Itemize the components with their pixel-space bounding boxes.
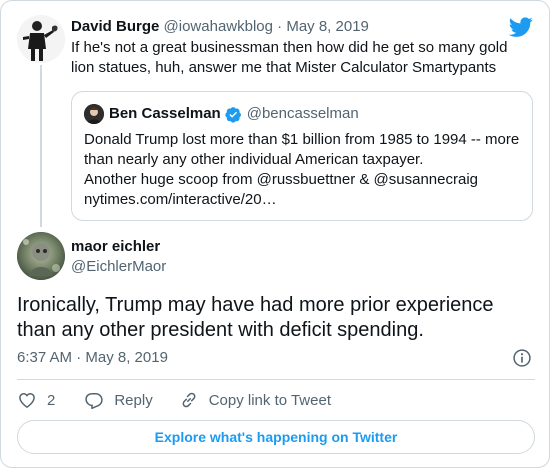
heart-icon	[19, 393, 35, 408]
parent-header: David Burge @iowahawkblog · May 8, 2019	[71, 18, 369, 36]
parent-handle[interactable]: @iowahawkblog	[164, 18, 273, 35]
quoted-text: Donald Trump lost more than $1 billion f…	[84, 130, 524, 210]
action-bar: 2 Reply Copy link to Tweet	[17, 389, 331, 411]
parent-date[interactable]: May 8, 2019	[286, 18, 369, 35]
tweet-timestamp[interactable]: 6:37 AM · May 8, 2019	[17, 349, 168, 367]
quoted-line: Another huge scoop from @russbuettner & …	[84, 171, 478, 188]
parent-avatar[interactable]	[17, 15, 65, 63]
like-count: 2	[47, 391, 56, 409]
twitter-bird-icon[interactable]	[509, 15, 533, 39]
tweet-card: David Burge @iowahawkblog · May 8, 2019 …	[0, 0, 550, 468]
copy-link-button[interactable]: Copy link to Tweet	[179, 390, 331, 410]
quoted-link: nytimes.com/interactive/20…	[84, 191, 277, 208]
like-button[interactable]: 2	[17, 390, 55, 410]
parent-name[interactable]: David Burge	[71, 18, 159, 35]
quoted-tweet[interactable]: Ben Casselman @bencasselman Donald Trump…	[71, 91, 533, 221]
thread-line	[40, 65, 42, 227]
divider	[17, 379, 535, 380]
main-author-handle[interactable]: @EichlerMaor	[71, 258, 166, 276]
quoted-handle: @bencasselman	[246, 105, 359, 122]
quoted-name: Ben Casselman	[109, 105, 221, 122]
quoted-avatar	[84, 104, 104, 124]
quoted-line: than nearly any other individual America…	[84, 151, 424, 168]
quoted-header: Ben Casselman @bencasselman	[109, 105, 359, 123]
explore-button[interactable]: Explore what's happening on Twitter	[17, 420, 535, 454]
main-author-name[interactable]: maor eichler	[71, 238, 160, 256]
main-tweet-text: Ironically, Trump may have had more prio…	[17, 294, 494, 341]
link-icon	[182, 392, 196, 408]
reply-label: Reply	[114, 391, 153, 409]
quoted-line: Donald Trump lost more than $1 billion f…	[84, 131, 520, 148]
copy-link-label: Copy link to Tweet	[208, 391, 331, 409]
info-icon[interactable]	[512, 348, 532, 368]
parent-separator: ·	[277, 18, 283, 35]
reply-icon	[85, 393, 104, 410]
verified-badge-icon	[225, 106, 241, 123]
reply-button[interactable]: Reply	[84, 390, 153, 410]
main-avatar[interactable]	[17, 232, 65, 280]
parent-tweet-text: If he's not a great businessman then how…	[71, 39, 508, 76]
